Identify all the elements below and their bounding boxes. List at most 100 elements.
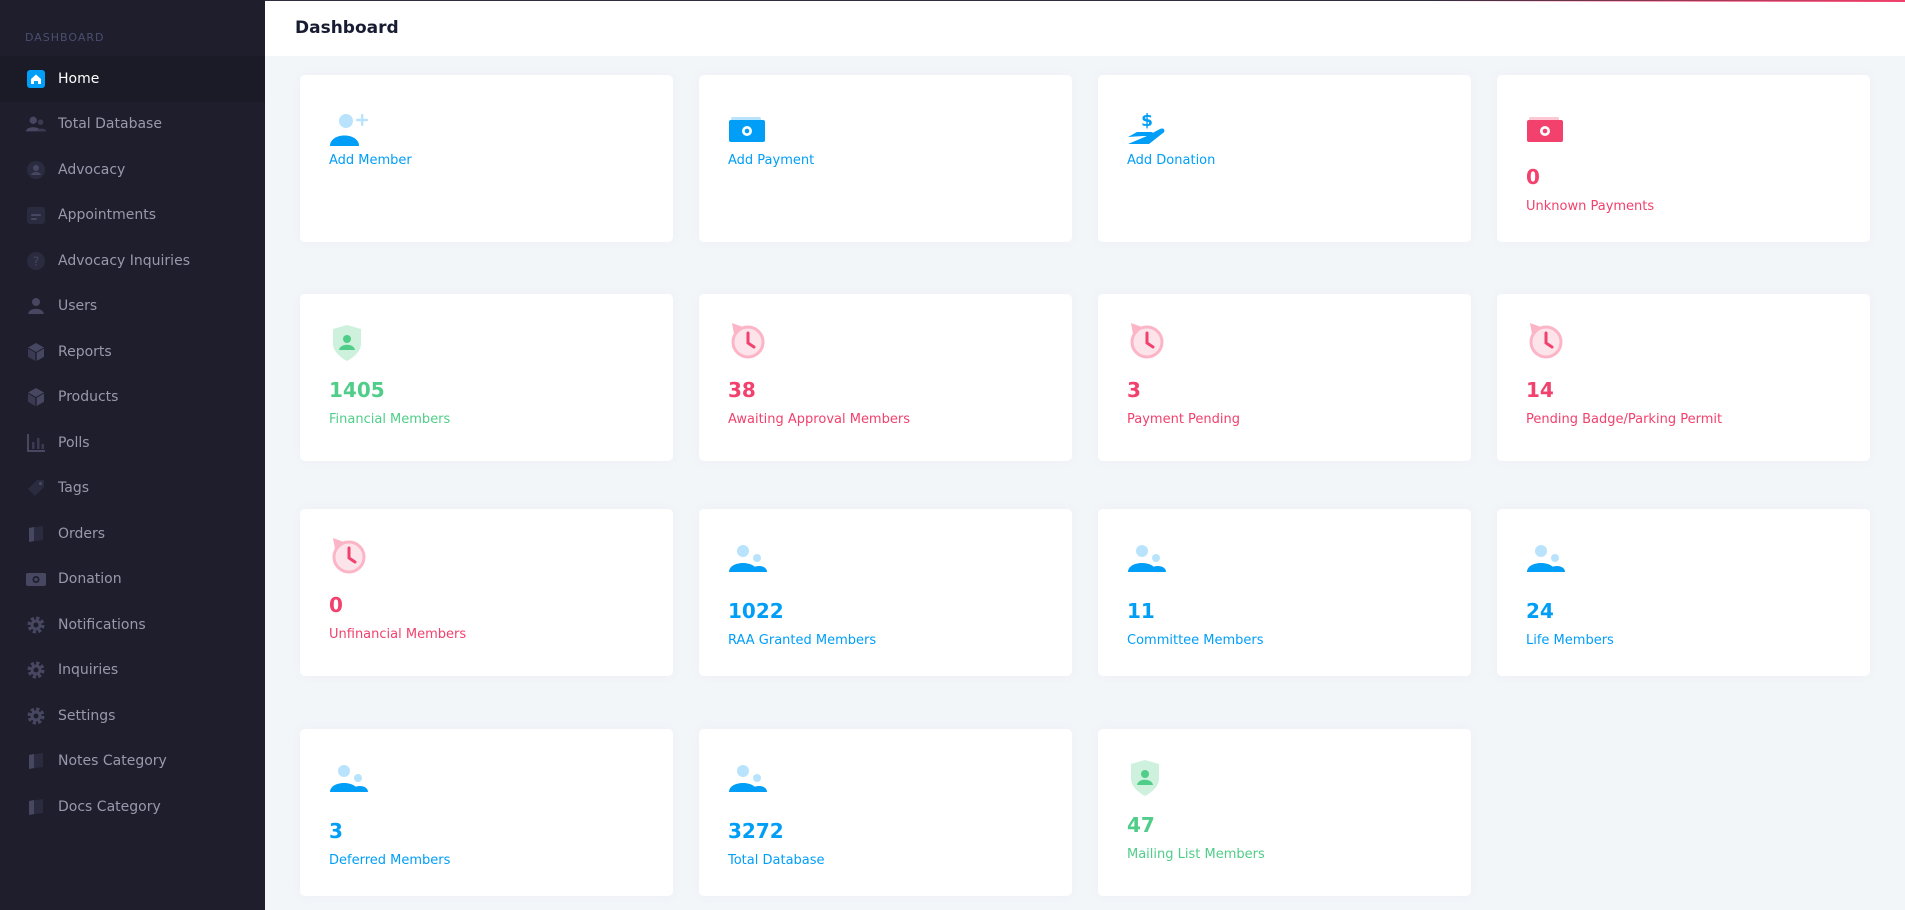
history-clock-icon <box>728 320 768 360</box>
sidebar-item-label: Notes Category <box>58 753 167 770</box>
card-label: Payment Pending <box>1127 412 1241 427</box>
sidebar-item-tags[interactable]: Tags <box>0 466 265 512</box>
sidebar-item-appointments[interactable]: Appointments <box>0 193 265 239</box>
page-title: Dashboard <box>295 18 399 38</box>
sidebar: DASHBOARD Home Total Database Advocacy A… <box>0 0 265 910</box>
card-life-members[interactable]: 24 Life Members <box>1497 509 1870 676</box>
sidebar-item-home[interactable]: Home <box>0 56 265 102</box>
card-committee-members[interactable]: 11 Committee Members <box>1098 509 1471 676</box>
sidebar-item-orders[interactable]: Orders <box>0 511 265 557</box>
sidebar-item-label: Orders <box>58 525 106 542</box>
card-label: Deferred Members <box>329 853 451 868</box>
card-value: 14 <box>1526 378 1554 402</box>
history-clock-icon <box>1127 320 1167 360</box>
sidebar-item-docs-category[interactable]: Docs Category <box>0 784 265 830</box>
users-icon <box>329 763 369 803</box>
money-icon <box>728 109 768 149</box>
card-awaiting-approval-members[interactable]: 38 Awaiting Approval Members <box>699 294 1072 461</box>
sidebar-item-label: Products <box>58 389 119 406</box>
sidebar-item-notes-category[interactable]: Notes Category <box>0 739 265 785</box>
card-value: 3 <box>329 819 343 843</box>
card-value: 11 <box>1127 599 1155 623</box>
box-icon <box>25 523 47 545</box>
sidebar-item-label: Tags <box>58 480 89 497</box>
shield-user-icon <box>1127 759 1167 799</box>
card-label: Pending Badge/Parking Permit <box>1526 412 1723 427</box>
card-financial-members[interactable]: 1405 Financial Members <box>300 294 673 461</box>
users-icon <box>728 763 768 803</box>
sidebar-item-inquiries[interactable]: Inquiries <box>0 648 265 694</box>
card-label: Add Donation <box>1127 153 1216 168</box>
card-deferred-members[interactable]: 3 Deferred Members <box>300 729 673 896</box>
box-icon <box>25 750 47 772</box>
sidebar-item-donation[interactable]: Donation <box>0 557 265 603</box>
card-pending-badge-parking-permit[interactable]: 14 Pending Badge/Parking Permit <box>1497 294 1870 461</box>
card-value: 24 <box>1526 599 1554 623</box>
card-label: Unknown Payments <box>1526 199 1655 214</box>
gear-icon <box>25 659 47 681</box>
history-clock-icon <box>329 535 369 575</box>
card-value: 0 <box>329 593 343 617</box>
card-label: Total Database <box>728 853 825 868</box>
card-value: 3272 <box>728 819 784 843</box>
shield-user-icon <box>329 324 369 364</box>
card-label: Life Members <box>1526 633 1614 648</box>
card-value: 47 <box>1127 813 1155 837</box>
tag-icon <box>25 477 47 499</box>
sidebar-section-title: DASHBOARD <box>25 31 105 44</box>
card-total-database[interactable]: 3272 Total Database <box>699 729 1072 896</box>
gear-icon <box>25 705 47 727</box>
sidebar-item-settings[interactable]: Settings <box>0 693 265 739</box>
card-label: Mailing List Members <box>1127 847 1265 862</box>
card-add-donation[interactable]: $ Add Donation <box>1098 75 1471 242</box>
sidebar-item-label: Notifications <box>58 616 146 633</box>
sidebar-item-advocacy-inquiries[interactable]: ? Advocacy Inquiries <box>0 238 265 284</box>
card-add-payment[interactable]: Add Payment <box>699 75 1072 242</box>
card-unknown-payments[interactable]: 0 Unknown Payments <box>1497 75 1870 242</box>
users-icon <box>1526 543 1566 583</box>
users-icon <box>1127 543 1167 583</box>
card-label: Financial Members <box>329 412 451 427</box>
sidebar-item-label: Donation <box>58 571 122 588</box>
card-label: Unfinancial Members <box>329 627 467 642</box>
sidebar-item-label: Home <box>58 70 100 87</box>
card-value: 1022 <box>728 599 784 623</box>
cube-icon <box>25 341 47 363</box>
home-icon <box>25 68 47 90</box>
sidebar-item-label: Docs Category <box>58 798 161 815</box>
sidebar-item-total-database[interactable]: Total Database <box>0 102 265 148</box>
sidebar-item-reports[interactable]: Reports <box>0 329 265 375</box>
header-accent-line <box>1425 0 1905 2</box>
card-add-member[interactable]: Add Member <box>300 75 673 242</box>
add-user-icon <box>329 109 369 149</box>
card-payment-pending[interactable]: 3 Payment Pending <box>1098 294 1471 461</box>
sidebar-item-polls[interactable]: Polls <box>0 420 265 466</box>
card-mailing-list-members[interactable]: 47 Mailing List Members <box>1098 729 1471 896</box>
card-label: Awaiting Approval Members <box>728 412 910 427</box>
sidebar-item-label: Polls <box>58 434 90 451</box>
sidebar-item-advocacy[interactable]: Advocacy <box>0 147 265 193</box>
sidebar-item-label: Settings <box>58 707 116 724</box>
sidebar-item-label: Reports <box>58 343 112 360</box>
header: Dashboard <box>265 0 1905 56</box>
cube-icon <box>25 386 47 408</box>
gear-icon <box>25 614 47 636</box>
card-label: Add Member <box>329 153 412 168</box>
card-value: 0 <box>1526 165 1540 189</box>
sidebar-item-notifications[interactable]: Notifications <box>0 602 265 648</box>
sidebar-item-users[interactable]: Users <box>0 284 265 330</box>
card-label: Add Payment <box>728 153 815 168</box>
question-circle-icon: ? <box>25 250 47 272</box>
history-clock-icon <box>1526 320 1566 360</box>
card-raa-granted-members[interactable]: 1022 RAA Granted Members <box>699 509 1072 676</box>
sidebar-item-label: Advocacy Inquiries <box>58 252 190 269</box>
user-icon <box>25 295 47 317</box>
card-unfinancial-members[interactable]: 0 Unfinancial Members <box>300 509 673 676</box>
sidebar-item-label: Total Database <box>58 116 162 133</box>
sidebar-item-label: Advocacy <box>58 161 126 178</box>
money-icon <box>25 568 47 590</box>
sidebar-item-label: Appointments <box>58 207 157 224</box>
card-value: 3 <box>1127 378 1141 402</box>
chart-bar-icon <box>25 432 47 454</box>
sidebar-item-products[interactable]: Products <box>0 375 265 421</box>
